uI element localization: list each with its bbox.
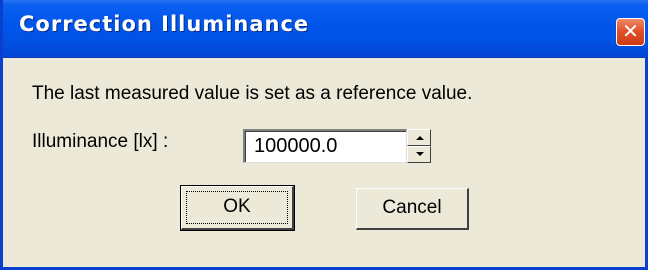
illuminance-label: Illuminance [lx] : <box>32 131 169 152</box>
close-button[interactable]: ✕ <box>616 18 645 46</box>
illuminance-spinner <box>407 129 431 163</box>
focus-rectangle <box>186 191 288 224</box>
ok-button[interactable]: OK <box>180 185 295 231</box>
dialog-window: Correction Illuminance ✕ The last measur… <box>0 0 648 270</box>
dialog-body: The last measured value is set as a refe… <box>3 58 645 267</box>
chevron-up-icon <box>416 136 424 140</box>
spin-up-button[interactable] <box>407 129 431 146</box>
chevron-down-icon <box>416 152 424 156</box>
illuminance-input[interactable] <box>243 129 407 163</box>
info-message: The last measured value is set as a refe… <box>32 83 473 104</box>
close-icon: ✕ <box>622 19 639 43</box>
spin-down-button[interactable] <box>407 146 431 163</box>
cancel-button-label: Cancel <box>382 197 442 218</box>
cancel-button[interactable]: Cancel <box>356 188 469 230</box>
title-bar[interactable]: Correction Illuminance ✕ <box>3 0 648 58</box>
dialog-title: Correction Illuminance <box>19 12 310 36</box>
